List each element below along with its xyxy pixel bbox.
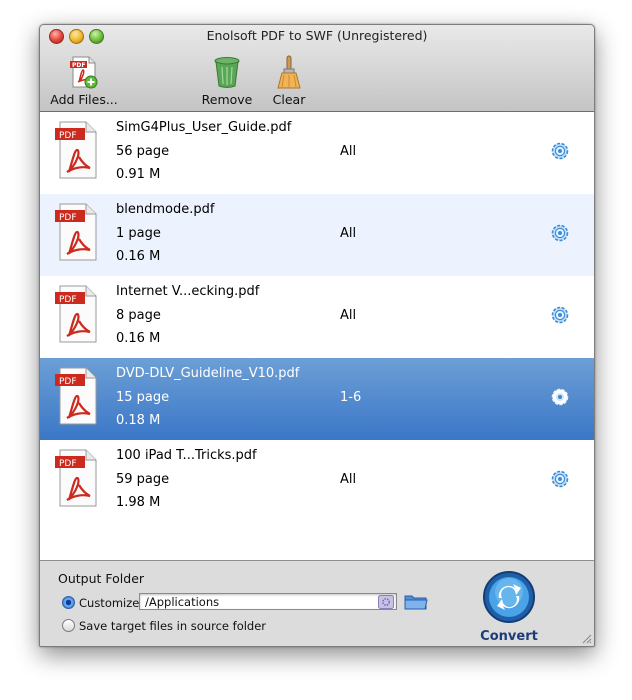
settings-gear-icon[interactable] (550, 305, 570, 325)
file-name: blendmode.pdf (116, 202, 215, 217)
customize-radio[interactable] (62, 596, 75, 609)
settings-gear-icon[interactable] (550, 469, 570, 489)
file-list[interactable]: PDF SimG4Plus_User_Guide.pdf 56 page 0.9… (40, 112, 594, 561)
add-pdf-icon: PDF (70, 56, 98, 89)
output-folder-label: Output Folder (58, 571, 145, 586)
remove-button[interactable]: Remove (198, 55, 256, 107)
file-size: 0.18 M (116, 413, 161, 428)
file-name: DVD-DLV_Guideline_V10.pdf (116, 366, 300, 381)
settings-gear-icon[interactable] (550, 223, 570, 243)
pdf-file-icon: PDF (55, 121, 97, 179)
svg-text:PDF: PDF (59, 295, 77, 305)
page-count: 8 page (116, 308, 161, 323)
convert-button[interactable]: Convert (478, 570, 540, 644)
output-panel: Output Folder Customize /Applications Sa… (40, 561, 594, 646)
settings-gear-icon[interactable] (550, 141, 570, 161)
pdf-file-icon: PDF (55, 203, 97, 261)
page-range[interactable]: 1-6 (340, 390, 361, 405)
pdf-file-icon: PDF (55, 367, 97, 425)
settings-gear-icon[interactable] (550, 387, 570, 407)
app-window: Enolsoft PDF to SWF (Unregistered) PDF A… (39, 24, 595, 647)
file-row[interactable]: PDF SimG4Plus_User_Guide.pdf 56 page 0.9… (40, 112, 594, 194)
source-folder-label[interactable]: Save target files in source folder (79, 619, 266, 633)
svg-text:PDF: PDF (72, 62, 85, 69)
page-count: 59 page (116, 472, 170, 487)
file-size: 0.16 M (116, 249, 161, 264)
page-count: 1 page (116, 226, 161, 241)
page-range[interactable]: All (340, 144, 356, 159)
file-name: SimG4Plus_User_Guide.pdf (116, 120, 292, 135)
window-title: Enolsoft PDF to SWF (Unregistered) (206, 28, 428, 43)
broom-icon (277, 55, 301, 89)
file-row[interactable]: PDF Internet V...ecking.pdf 8 page 0.16 … (40, 276, 594, 358)
titlebar-toolbar: Enolsoft PDF to SWF (Unregistered) PDF A… (40, 25, 594, 112)
pdf-file-icon: PDF (55, 449, 97, 507)
pdf-file-icon: PDF (55, 285, 97, 343)
page-range[interactable]: All (340, 472, 356, 487)
file-size: 0.16 M (116, 331, 161, 346)
file-name: 100 iPad T...Tricks.pdf (116, 448, 257, 463)
page-range[interactable]: All (340, 308, 356, 323)
add-files-label: Add Files... (50, 92, 118, 107)
svg-text:PDF: PDF (59, 131, 77, 141)
customize-label[interactable]: Customize (79, 596, 139, 610)
file-name: Internet V...ecking.pdf (116, 284, 260, 299)
file-row-selected[interactable]: PDF DVD-DLV_Guideline_V10.pdf 15 page 0.… (40, 358, 594, 440)
remove-label: Remove (201, 92, 253, 107)
file-size: 1.98 M (116, 495, 161, 510)
page-count: 15 page (116, 390, 170, 405)
source-folder-radio[interactable] (62, 619, 75, 632)
svg-text:PDF: PDF (59, 213, 77, 223)
trash-can-icon (214, 57, 240, 88)
file-row[interactable]: PDF 100 iPad T...Tricks.pdf 59 page 1.98… (40, 440, 594, 522)
add-files-button[interactable]: PDF Add Files... (46, 55, 122, 107)
file-row[interactable]: PDF blendmode.pdf 1 page 0.16 M All (40, 194, 594, 276)
clear-button[interactable]: Clear (268, 55, 310, 107)
page-range[interactable]: All (340, 226, 356, 241)
file-size: 0.91 M (116, 167, 161, 182)
page-count: 56 page (116, 144, 170, 159)
svg-text:PDF: PDF (59, 459, 77, 469)
clear-label: Clear (272, 92, 306, 107)
svg-text:PDF: PDF (59, 377, 77, 387)
resize-grip-icon[interactable] (580, 632, 592, 644)
folder-icon[interactable] (404, 593, 428, 611)
output-path-field[interactable]: /Applications (139, 593, 397, 610)
path-picker-icon[interactable] (378, 595, 394, 609)
convert-label: Convert (480, 629, 538, 644)
convert-icon (483, 571, 535, 623)
